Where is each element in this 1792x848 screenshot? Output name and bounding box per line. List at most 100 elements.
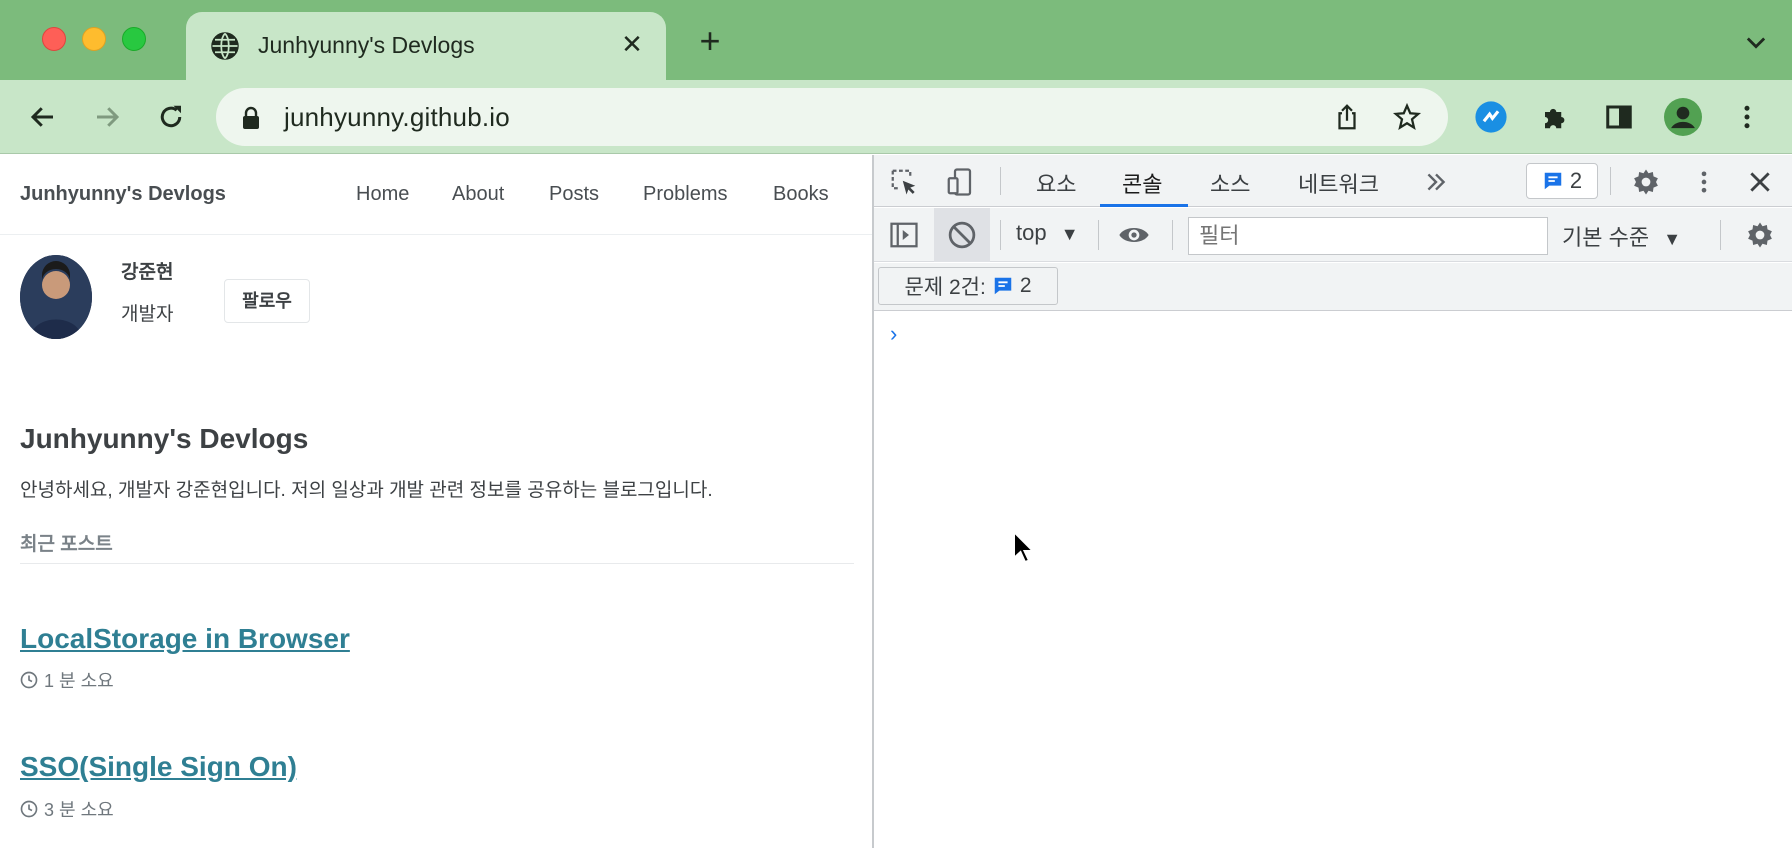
tab-elements[interactable]: 요소 — [1036, 167, 1076, 199]
reload-icon — [160, 105, 182, 128]
close-devtools-button[interactable] — [1744, 166, 1776, 198]
devtools-panel: 요소 콘솔 소스 네트워크 2 top ▼ 필터 기본 수준 ▼ 문제 2건: … — [874, 155, 1792, 848]
filter-input[interactable] — [1188, 217, 1548, 255]
read-time-text: 3 분 소요 — [44, 800, 114, 820]
dropdown-arrow-icon: ▼ — [1663, 229, 1682, 249]
side-panel-icon — [1606, 105, 1632, 129]
context-value: top — [1016, 220, 1047, 245]
console-settings-button[interactable] — [1744, 219, 1776, 251]
log-level-select[interactable]: 기본 수준 ▼ — [1562, 220, 1681, 252]
nav-home[interactable]: Home — [356, 183, 409, 206]
author-name: 강준현 — [121, 262, 174, 283]
device-icon — [947, 168, 972, 196]
nav-books[interactable]: Books — [773, 183, 829, 206]
follow-button[interactable]: 팔로우 — [224, 279, 310, 323]
dropdown-arrow-icon: ▼ — [1060, 224, 1079, 244]
side-panel-button[interactable] — [1600, 98, 1638, 136]
message-icon — [994, 277, 1012, 295]
inspect-icon — [891, 169, 916, 195]
tab-close-icon[interactable]: ✕ — [616, 28, 648, 60]
author-avatar — [20, 255, 92, 339]
clock-icon — [20, 671, 38, 689]
message-icon — [1544, 172, 1562, 190]
block-icon — [948, 221, 976, 249]
author-bio: 개발자 — [121, 304, 174, 325]
browser-toolbar: junhyunny.github.io — [0, 80, 1792, 154]
close-window-button[interactable] — [42, 27, 66, 51]
browser-tab[interactable]: Junhyunny's Devlogs ✕ — [186, 12, 666, 80]
sidebar-toggle-icon — [890, 222, 918, 248]
issues-bar: 문제 2건: 2 — [874, 263, 1792, 311]
live-expression-button[interactable] — [1118, 219, 1150, 251]
reload-button[interactable] — [152, 98, 190, 136]
extension-button[interactable] — [1472, 98, 1510, 136]
more-tabs-button[interactable] — [1420, 166, 1452, 198]
issues-label: 문제 2건: — [904, 276, 986, 299]
issues-button[interactable]: 문제 2건: 2 — [878, 267, 1058, 305]
mouse-cursor-icon — [1013, 530, 1036, 564]
globe-icon — [211, 32, 239, 60]
tab-title: Junhyunny's Devlogs — [258, 32, 475, 58]
device-toolbar-button[interactable] — [944, 166, 976, 198]
page-title: Junhyunny's Devlogs — [20, 423, 309, 454]
issues-count: 2 — [1569, 168, 1583, 193]
lock-icon — [243, 106, 259, 129]
profile-button[interactable] — [1664, 98, 1702, 136]
nav-problems[interactable]: Problems — [643, 183, 727, 206]
devtools-menu-button[interactable] — [1688, 166, 1720, 198]
console-prompt[interactable]: › — [890, 321, 897, 347]
console-toolbar: top ▼ 기본 수준 ▼ — [874, 208, 1792, 262]
arrow-left-icon — [30, 107, 53, 127]
forward-button[interactable] — [88, 98, 126, 136]
separator — [1720, 220, 1721, 250]
extensions-button[interactable] — [1536, 98, 1574, 136]
separator — [1000, 167, 1001, 195]
separator — [1172, 220, 1173, 250]
double-chevron-right-icon — [1427, 173, 1446, 191]
issues-count: 2 — [1019, 274, 1032, 297]
arrow-right-icon — [97, 107, 120, 127]
active-tab-indicator — [1100, 204, 1188, 207]
minimize-window-button[interactable] — [82, 27, 106, 51]
issues-counter-button[interactable]: 2 — [1526, 163, 1598, 199]
devtools-tabbar: 요소 콘솔 소스 네트워크 2 — [874, 155, 1792, 207]
separator — [1610, 167, 1611, 195]
browser-menu-button[interactable] — [1728, 98, 1766, 136]
site-title-link[interactable]: Junhyunny's Devlogs — [20, 183, 226, 206]
toggle-sidebar-button[interactable] — [888, 219, 920, 251]
nav-posts[interactable]: Posts — [549, 183, 599, 206]
nav-about[interactable]: About — [452, 183, 504, 206]
separator — [1000, 220, 1001, 250]
inspect-element-button[interactable] — [888, 166, 920, 198]
blog-description: 안녕하세요, 개발자 강준현입니다. 저의 일상과 개발 관련 정보를 공유하는… — [20, 480, 713, 501]
tab-sources[interactable]: 소스 — [1210, 167, 1250, 199]
puzzle-icon — [1545, 108, 1565, 129]
maximize-window-button[interactable] — [122, 27, 146, 51]
post-link-localstorage[interactable]: LocalStorage in Browser — [20, 623, 350, 655]
clock-icon — [20, 800, 38, 818]
separator — [1098, 220, 1099, 250]
web-page: Junhyunny's Devlogs Home About Posts Pro… — [0, 155, 872, 848]
devtools-settings-button[interactable] — [1630, 166, 1662, 198]
site-header: Junhyunny's Devlogs Home About Posts Pro… — [0, 155, 872, 235]
share-icon[interactable] — [1332, 102, 1362, 132]
post-read-time: 3 분 소요 — [20, 796, 114, 822]
close-icon — [1750, 172, 1770, 192]
browser-titlebar: Junhyunny's Devlogs ✕ + — [0, 0, 1792, 80]
kebab-menu-icon — [1701, 171, 1707, 193]
clear-console-button[interactable] — [934, 208, 990, 262]
chevron-down-icon[interactable] — [1742, 28, 1770, 56]
back-button[interactable] — [24, 98, 62, 136]
eye-icon — [1119, 228, 1149, 242]
gear-icon — [1634, 169, 1658, 195]
address-bar[interactable]: junhyunny.github.io — [216, 88, 1448, 146]
read-time-text: 1 분 소요 — [44, 671, 114, 691]
new-tab-button[interactable]: + — [692, 23, 728, 60]
star-icon[interactable] — [1392, 102, 1422, 132]
recent-posts-heading: 최근 포스트 — [20, 534, 113, 555]
kebab-menu-icon — [1744, 105, 1750, 129]
post-link-sso[interactable]: SSO(Single Sign On) — [20, 751, 297, 783]
tab-network[interactable]: 네트워크 — [1298, 167, 1379, 199]
tab-console[interactable]: 콘솔 — [1122, 167, 1162, 199]
context-select[interactable]: top ▼ — [1016, 220, 1079, 246]
